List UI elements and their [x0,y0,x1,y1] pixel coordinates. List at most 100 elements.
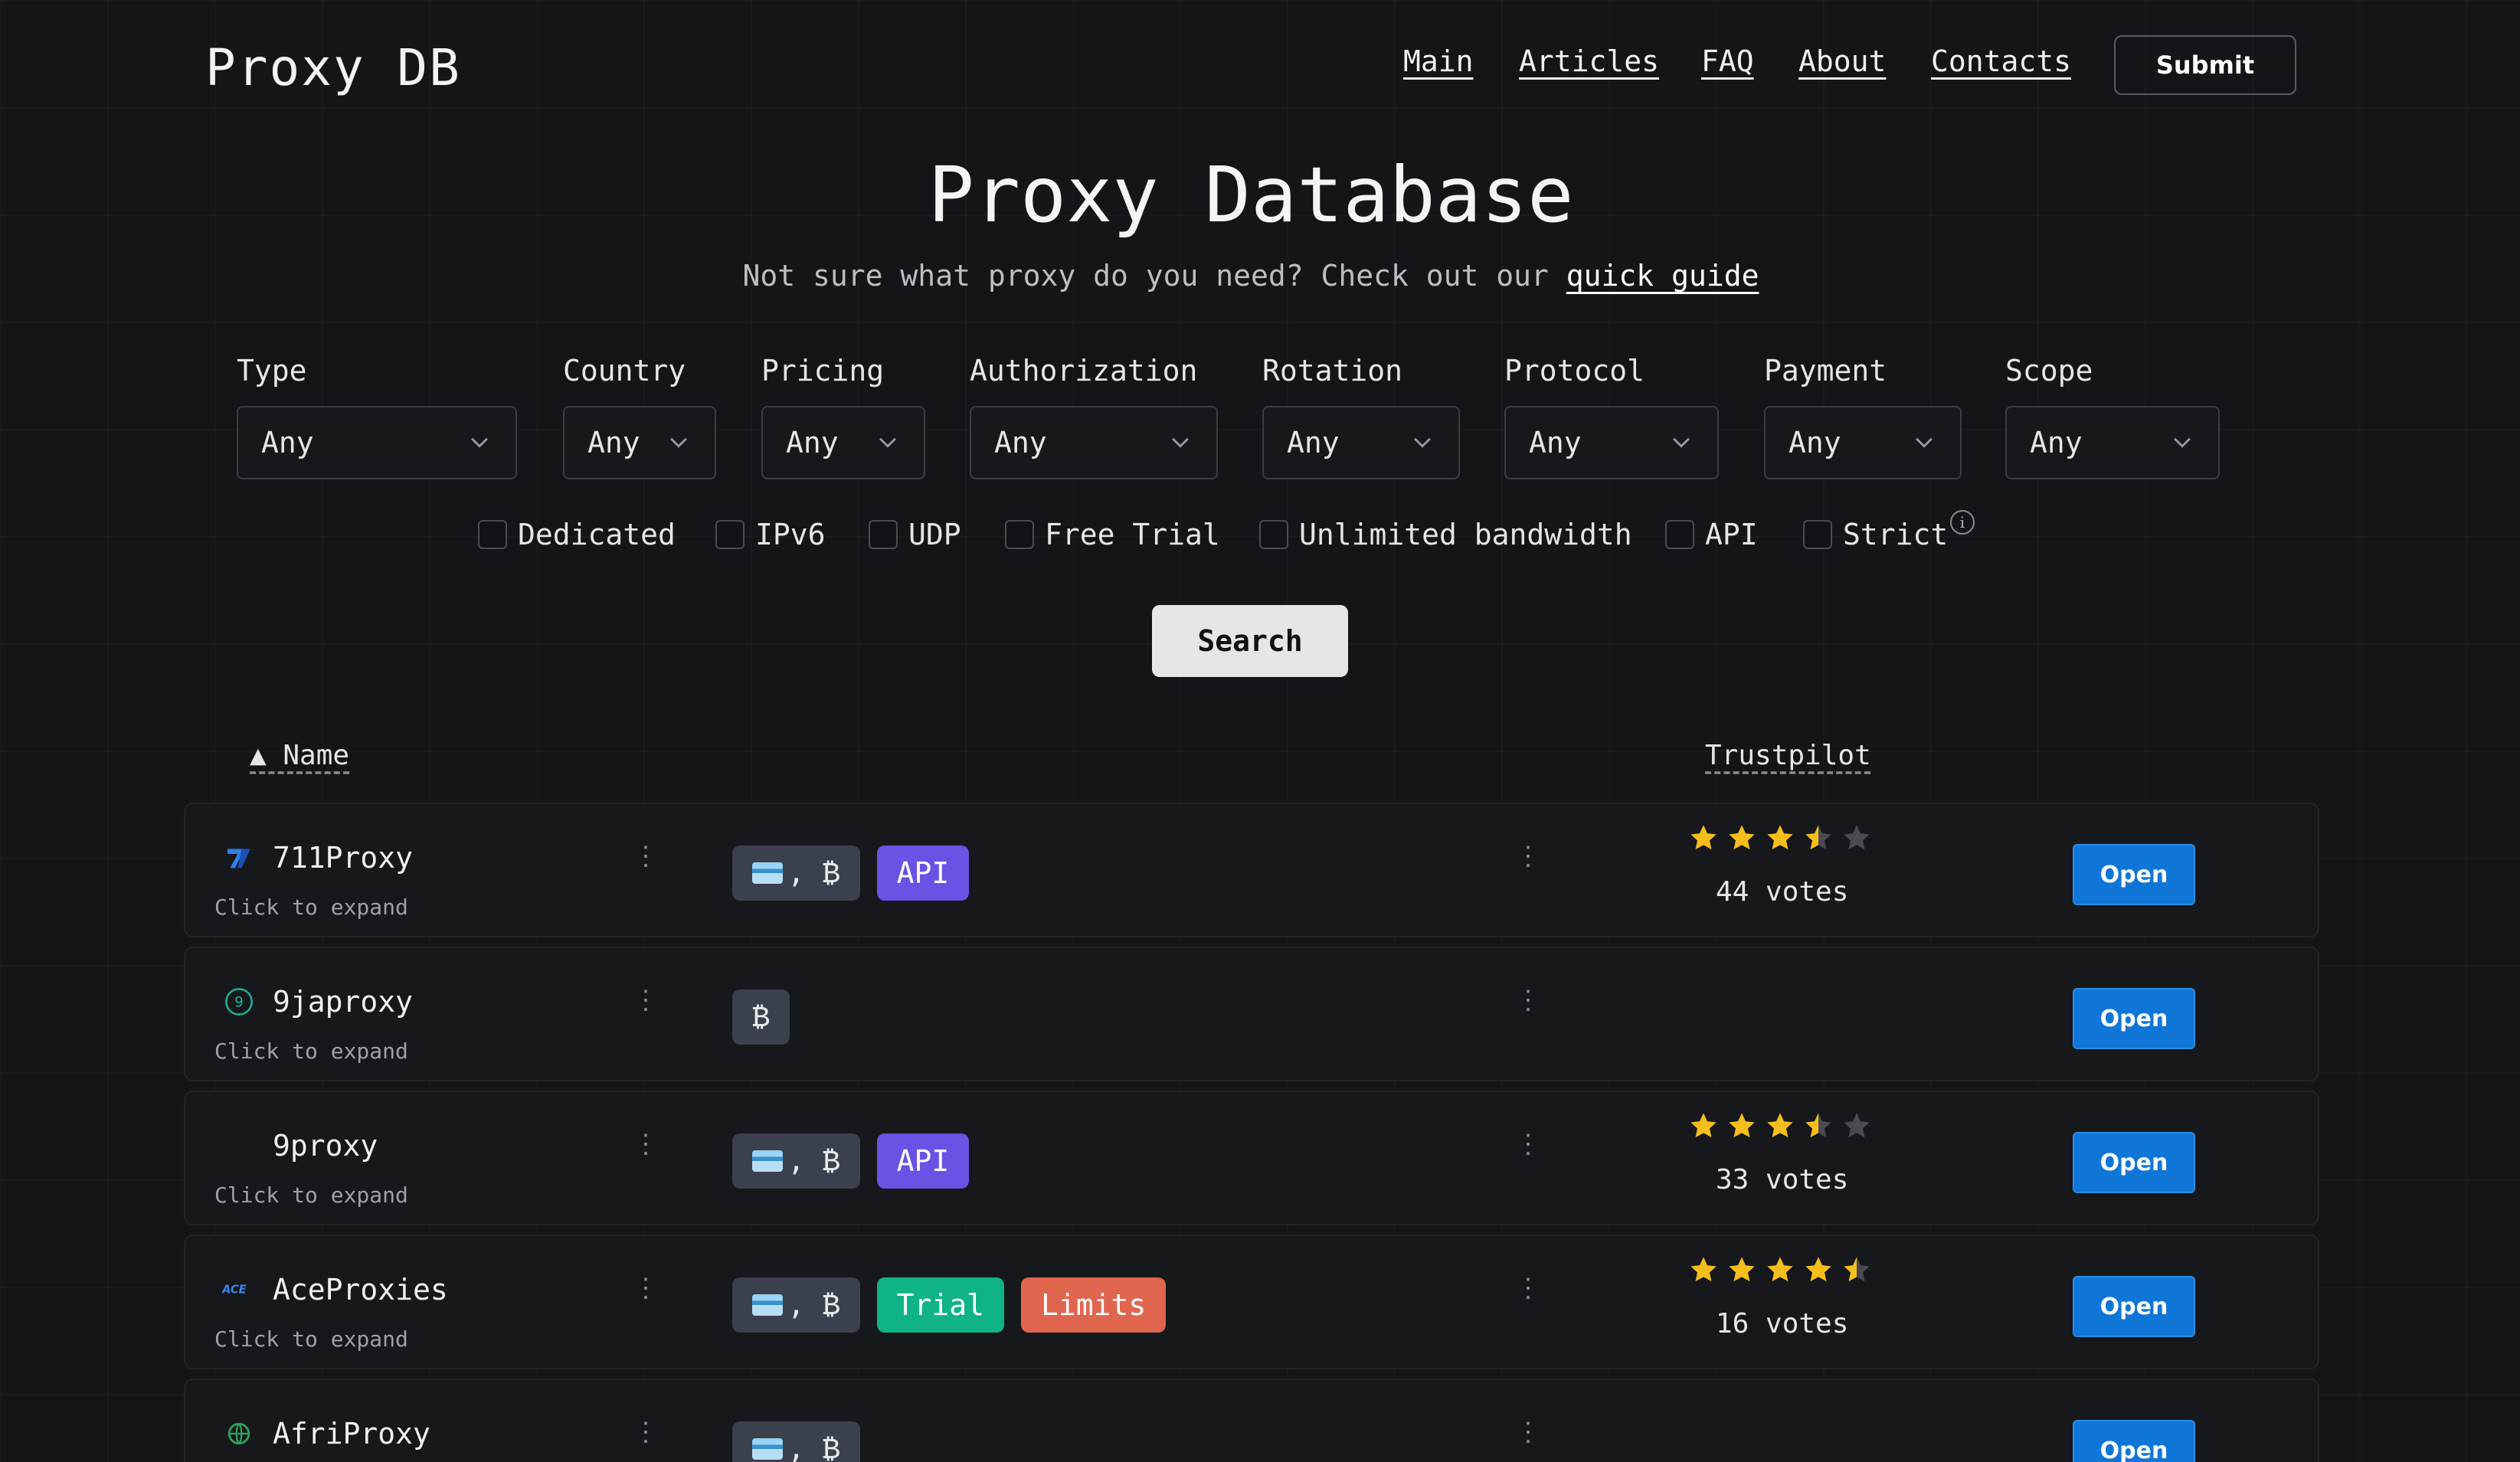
chevron-down-icon [471,437,488,448]
payment-select-value: Any [1789,426,1841,460]
nav-about[interactable]: About [1798,44,1886,78]
star-icon [1805,1113,1831,1138]
checkbox-strict[interactable]: Strict [1803,518,1948,551]
nav-main[interactable]: Main [1403,44,1474,78]
star-icon [1844,1113,1870,1138]
open-button[interactable]: Open [2073,988,2195,1049]
filter-label-authorization: Authorization [970,354,1198,388]
star-icon [1767,1257,1793,1282]
checkbox-box[interactable] [715,520,745,549]
trial-badge: Trial [876,1277,1004,1333]
expand-hint[interactable]: Click to expand [214,895,408,920]
table-row[interactable]: 9proxy Click to expand ⋮ , ₿ API ⋮ 33 vo… [184,1091,2319,1225]
star-icon [1805,825,1831,850]
pricing-select[interactable]: Any [761,406,925,479]
open-button[interactable]: Open [2073,1132,2195,1193]
star-icon [1690,825,1717,850]
payment-text: , ₿ [787,1431,840,1462]
checkbox-label: Strict [1843,518,1949,551]
table-row[interactable]: AfriProxy ⋮ , ₿ ⋮ Open [184,1379,2319,1462]
checkbox-ipv6[interactable]: IPv6 [715,518,826,551]
checkbox-free-trial[interactable]: Free Trial [1005,518,1220,551]
column-divider-icon: ⋮ [633,985,659,1016]
filter-label-country: Country [563,354,686,388]
provider-name: 9proxy [273,1129,378,1163]
votes-count: 16 votes [1716,1308,1849,1339]
filter-label-pricing: Pricing [761,354,885,388]
authorization-select[interactable]: Any [970,406,1218,479]
api-badge: API [876,845,970,901]
country-select[interactable]: Any [563,406,716,479]
payment-text: , ₿ [787,855,840,889]
chevron-down-icon [1916,437,1933,448]
checkbox-api[interactable]: API [1665,518,1758,551]
votes-count: 44 votes [1716,876,1849,908]
checkbox-box[interactable] [1259,520,1288,549]
star-icon [1767,1113,1793,1138]
quick-guide-link[interactable]: quick guide [1566,259,1759,293]
star-icon [1729,1113,1755,1138]
checkbox-label: Unlimited bandwidth [1299,518,1632,551]
search-button[interactable]: Search [1152,605,1348,677]
table-row[interactable]: 711Proxy Click to expand ⋮ , ₿ API ⋮ 44 … [184,803,2319,937]
rotation-select[interactable]: Any [1262,406,1460,479]
protocol-select[interactable]: Any [1504,406,1719,479]
open-button[interactable]: Open [2073,1276,2195,1337]
checkbox-box[interactable] [869,520,898,549]
svg-text:9: 9 [234,995,244,1011]
svg-text:ACE: ACE [222,1284,247,1297]
chevron-down-icon [1414,437,1431,448]
globe-icon [222,1417,256,1451]
rating-stars [1688,1254,1872,1285]
page-title: Proxy Database [928,150,1574,240]
star-icon [1690,1113,1717,1138]
checkbox-udp[interactable]: UDP [869,518,961,551]
filter-label-rotation: Rotation [1262,354,1403,388]
column-header-name[interactable]: ▲ Name [250,740,349,771]
rotation-select-value: Any [1287,426,1340,460]
expand-hint[interactable]: Click to expand [214,1182,408,1208]
nav-faq[interactable]: FAQ [1701,44,1754,78]
column-header-trustpilot[interactable]: Trustpilot [1705,740,1871,771]
submit-button[interactable]: Submit [2114,35,2296,95]
checkbox-box[interactable] [478,520,507,549]
payment-badge: , ₿ [732,1133,860,1189]
page-subtitle: Not sure what proxy do you need? Check o… [0,259,2502,293]
protocol-select-value: Any [1529,426,1582,460]
checkbox-box[interactable] [1005,520,1034,549]
checkbox-unlimited-bandwidth[interactable]: Unlimited bandwidth [1259,518,1632,551]
checkbox-box[interactable] [1665,520,1694,549]
payment-badge: , ₿ [732,1421,860,1462]
provider-name: 9japroxy [273,985,414,1019]
checkbox-label: IPv6 [755,518,826,551]
payment-select[interactable]: Any [1764,406,1962,479]
scope-select-value: Any [2030,426,2083,460]
scope-select[interactable]: Any [2005,406,2220,479]
votes-count: 33 votes [1716,1164,1849,1195]
column-divider-icon: ⋮ [1515,1273,1541,1303]
nav-articles[interactable]: Articles [1519,44,1659,78]
api-badge: API [876,1133,970,1189]
expand-hint[interactable]: Click to expand [214,1326,408,1352]
info-icon[interactable]: i [1950,510,1975,535]
expand-hint[interactable]: Click to expand [214,1038,408,1064]
star-icon [1729,825,1755,850]
filter-label-scope: Scope [2005,354,2093,388]
star-icon [1690,1257,1717,1282]
credit-card-icon [752,862,783,884]
site-logo[interactable]: Proxy DB [205,38,461,97]
limits-badge: Limits [1020,1277,1167,1333]
checkbox-dedicated[interactable]: Dedicated [478,518,676,551]
open-button[interactable]: Open [2073,1420,2195,1462]
nav-contacts[interactable]: Contacts [1931,44,2071,78]
checkbox-box[interactable] [1803,520,1832,549]
checkbox-label: API [1705,518,1758,551]
table-row[interactable]: ACE AceProxies Click to expand ⋮ , ₿ Tri… [184,1235,2319,1369]
payment-text: ₿ [752,999,770,1033]
open-button[interactable]: Open [2073,844,2195,905]
column-divider-icon: ⋮ [633,841,659,872]
payment-badge: , ₿ [732,845,860,901]
table-row[interactable]: 9 9japroxy Click to expand ⋮ ₿ ⋮ Open [184,947,2319,1081]
chevron-down-icon [670,437,687,448]
type-select[interactable]: Any [237,406,517,479]
